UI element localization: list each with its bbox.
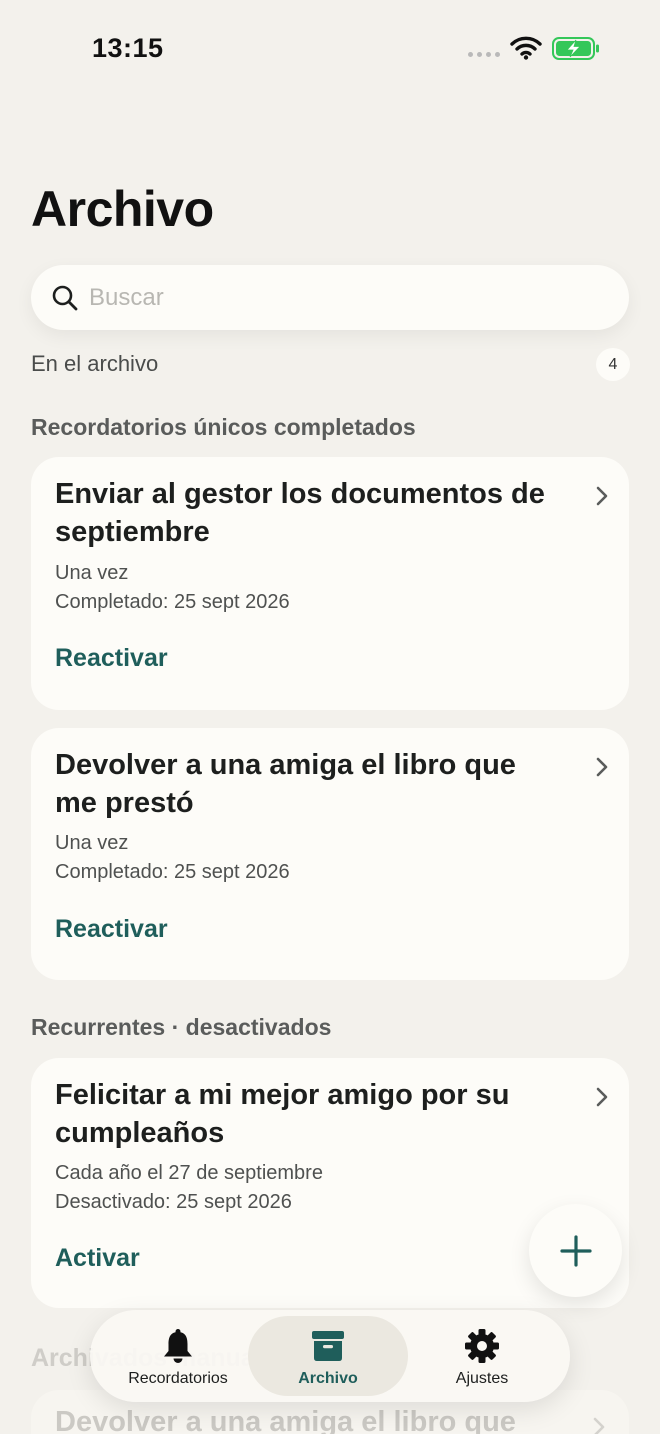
tab-bar: Recordatorios Archivo Ajustes xyxy=(90,1310,570,1402)
reminder-disabled-date: Desactivado: 25 sept 2026 xyxy=(55,1191,292,1213)
archive-screen: 13:15 Archivo En el archivo 4 Recordator… xyxy=(0,0,660,1434)
bell-icon xyxy=(164,1329,192,1363)
reminder-frequency: Una vez xyxy=(55,832,129,854)
reminder-frequency: Una vez xyxy=(55,562,129,584)
add-reminder-button[interactable] xyxy=(529,1204,622,1297)
reminder-title: Felicitar a mi mejor amigo por su cumple… xyxy=(55,1079,510,1149)
status-bar: 13:15 xyxy=(0,0,660,96)
section-header-completed: Recordatorios únicos completados xyxy=(31,414,416,440)
chevron-right-icon xyxy=(596,486,608,506)
page-title: Archivo xyxy=(31,181,214,237)
tab-label: Ajustes xyxy=(455,1370,509,1387)
wifi-icon xyxy=(510,36,542,60)
tab-ajustes[interactable]: Ajustes xyxy=(402,1316,562,1396)
chevron-right-icon xyxy=(593,1417,605,1434)
search-icon xyxy=(52,285,78,311)
reactivate-button[interactable]: Reactivar xyxy=(55,915,168,944)
reminder-title: Devolver a una amiga el libro que xyxy=(55,1406,516,1434)
reminder-completed-date: Completado: 25 sept 2026 xyxy=(55,861,290,883)
activate-button[interactable]: Activar xyxy=(55,1244,140,1273)
tab-recordatorios[interactable]: Recordatorios xyxy=(98,1316,258,1396)
search-bar[interactable] xyxy=(31,265,629,330)
search-input[interactable] xyxy=(89,265,609,330)
tab-label: Archivo xyxy=(298,1370,358,1387)
cellular-signal-icon xyxy=(468,52,500,57)
tab-archivo[interactable]: Archivo xyxy=(248,1316,408,1396)
reminder-frequency: Cada año el 27 de septiembre xyxy=(55,1162,323,1184)
reminder-title: Devolver a una amiga el libro que me pre… xyxy=(55,749,516,819)
reactivate-button[interactable]: Reactivar xyxy=(55,644,168,673)
archive-count-badge: 4 xyxy=(596,348,630,381)
tab-label: Recordatorios xyxy=(128,1370,228,1387)
reminder-title: Enviar al gestor los documentos de septi… xyxy=(55,478,545,548)
plus-icon xyxy=(559,1234,592,1267)
archive-count-label: En el archivo xyxy=(31,351,159,376)
reminder-card[interactable]: Devolver a una amiga el libro que me pre… xyxy=(31,728,629,980)
section-header-recurring-disabled: Recurrentes · desactivados xyxy=(31,1014,332,1040)
chevron-right-icon xyxy=(596,757,608,777)
reminder-completed-date: Completado: 25 sept 2026 xyxy=(55,591,290,613)
chevron-right-icon xyxy=(596,1087,608,1107)
gear-icon xyxy=(465,1329,499,1363)
archive-box-icon xyxy=(312,1331,344,1361)
status-time: 13:15 xyxy=(92,33,164,63)
battery-charging-icon xyxy=(552,37,599,60)
reminder-card[interactable]: Enviar al gestor los documentos de septi… xyxy=(31,457,629,710)
